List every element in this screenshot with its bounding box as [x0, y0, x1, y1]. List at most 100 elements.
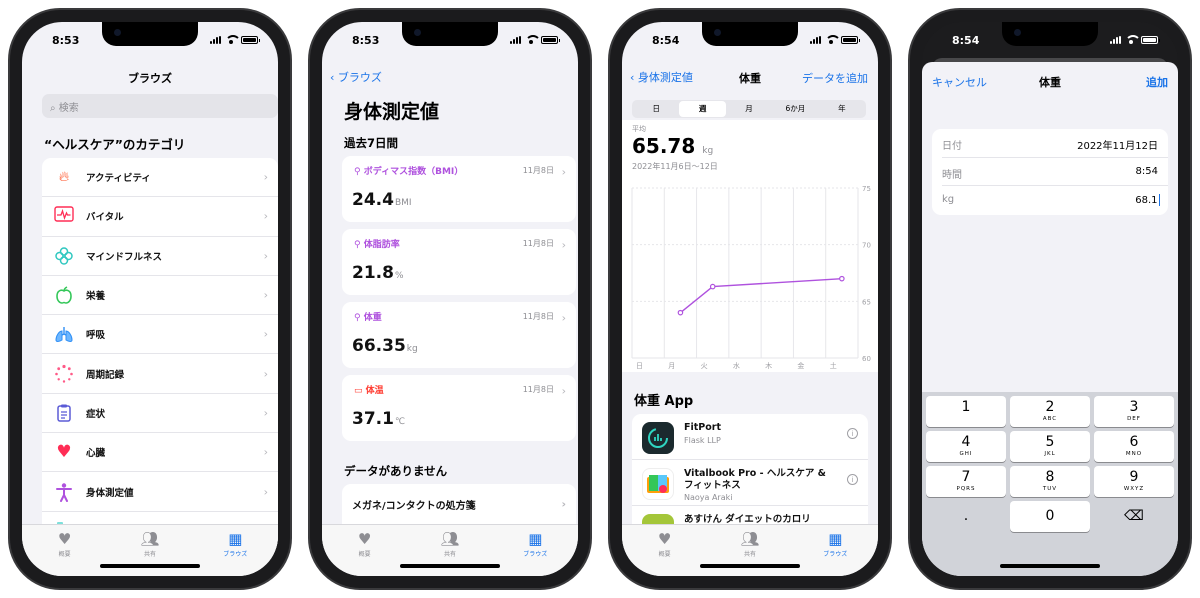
tab-label: 概要	[658, 551, 671, 558]
category-label: 心臓	[86, 448, 106, 460]
info-icon[interactable]: i	[847, 428, 858, 439]
back-button[interactable]: ‹ ブラウズ	[330, 69, 382, 85]
key-2[interactable]: 2 ABC	[1010, 396, 1090, 427]
tab-sharing[interactable]: 👥︎ 共有	[120, 531, 180, 576]
numeric-keypad: 1 2 ABC 3 DEF 4 GHI 5 JKL 6 MNO 7 PQRS 8 TUV 9W…	[922, 392, 1178, 576]
weight-line-chart[interactable]: 75 70 65 60 日 月 火 水 木 金 土	[622, 172, 878, 372]
chevron-right-icon: ›	[561, 497, 566, 511]
measure-card-bmi[interactable]: ⚲ ボディマス指数（BMI） 11月8日 › 24.4BMI	[342, 156, 576, 222]
field-value: 68.1	[1135, 194, 1160, 207]
list-item-prescription[interactable]: メガネ/コンタクトの処方箋 ›	[342, 484, 576, 524]
heart-icon: ♥	[57, 530, 72, 548]
tab-summary[interactable]: ♥ 概要	[35, 531, 95, 576]
segment-year[interactable]: 年	[819, 101, 865, 117]
segment-6-months[interactable]: 6か月	[772, 101, 818, 117]
category-label: 栄養	[86, 291, 106, 303]
x-tick-label: 土	[830, 361, 837, 370]
chevron-right-icon: ›	[263, 445, 268, 459]
backspace-icon: ⌫	[1124, 508, 1144, 524]
segment-month[interactable]: 月	[726, 101, 772, 117]
segmented-control: 日 週 月 6か月 年	[632, 100, 866, 118]
app-developer: Flask LLP	[684, 436, 721, 445]
tab-summary[interactable]: ♥ 概要	[635, 531, 695, 576]
wifi-icon	[525, 35, 541, 44]
info-icon[interactable]: i	[847, 474, 858, 485]
key-1[interactable]: 1	[926, 396, 1006, 427]
app-name: FitPort	[684, 422, 722, 433]
y-tick-label: 60	[862, 355, 871, 363]
measure-card-body-fat[interactable]: ⚲ 体脂肪率 11月8日 › 21.8%	[342, 229, 576, 295]
signal-icon	[810, 35, 821, 44]
signal-icon	[510, 35, 521, 44]
delete-key[interactable]: ⌫	[1094, 501, 1174, 532]
category-item-vitals[interactable]: バイタル ›	[42, 197, 278, 237]
page-title: ブラウズ	[128, 72, 172, 85]
grid-icon: ▦	[828, 530, 843, 548]
notch	[702, 22, 798, 46]
category-item-nutrition[interactable]: 栄養 ›	[42, 276, 278, 316]
weight-input[interactable]: kg 68.1	[942, 186, 1168, 215]
chevron-right-icon: ›	[263, 406, 268, 420]
key-4[interactable]: 4 GHI	[926, 431, 1006, 462]
add-button[interactable]: 追加	[1146, 74, 1168, 90]
y-tick-label: 65	[862, 298, 871, 306]
category-label: 周期記録	[86, 369, 125, 381]
chevron-right-icon: ›	[561, 165, 566, 179]
key-5[interactable]: 5 JKL	[1010, 431, 1090, 462]
key-6[interactable]: 6 MNO	[1094, 431, 1174, 462]
phone-add-weight: 8:54 キャンセル 体重 追加 日付 2022年11月12日 時間 8:54 kg…	[908, 8, 1192, 590]
card-value: 37.1℃	[352, 409, 406, 429]
people-icon: 👥︎	[140, 530, 160, 548]
category-item-activity[interactable]: 🔥︎ アクティビティ ›	[42, 158, 278, 198]
key-3[interactable]: 3 DEF	[1094, 396, 1174, 427]
category-item-heart[interactable]: ♥ 心臓 ›	[42, 433, 278, 473]
tab-summary[interactable]: ♥ 概要	[335, 531, 395, 576]
card-title: ⚲ 体脂肪率	[354, 240, 400, 250]
list-item-label: メガネ/コンタクトの処方箋	[352, 501, 476, 512]
measure-card-weight[interactable]: ⚲ 体重 11月8日 › 66.35kg	[342, 302, 576, 368]
date-field[interactable]: 日付 2022年11月12日	[942, 129, 1168, 158]
add-data-button[interactable]: データを追加	[802, 70, 868, 86]
section-header-no-data: データがありません	[344, 464, 448, 478]
battery-icon	[241, 35, 260, 44]
y-tick-label: 70	[862, 242, 871, 250]
app-item-vitalbook[interactable]: Vitalbook Pro - ヘルスケア & フィットネス Naoya Ara…	[632, 460, 868, 506]
key-8[interactable]: 8 TUV	[1010, 466, 1090, 497]
entry-form: 日付 2022年11月12日 時間 8:54 kg 68.1	[932, 129, 1168, 215]
key-decimal[interactable]: .	[926, 501, 1006, 532]
average-value: 65.78 kg	[632, 134, 714, 158]
search-input[interactable]: ⌕ 検索	[42, 94, 278, 118]
key-9[interactable]: 9 WXYZ	[1094, 466, 1174, 497]
home-indicator	[700, 564, 800, 568]
chevron-right-icon: ›	[561, 384, 566, 398]
tab-browse[interactable]: ▦ ブラウズ	[805, 531, 865, 576]
card-date: 11月8日	[522, 312, 554, 321]
tab-browse[interactable]: ▦ ブラウズ	[205, 531, 265, 576]
category-item-body-measurements[interactable]: 身体測定値 ›	[42, 472, 278, 512]
data-point	[677, 309, 684, 316]
segment-week[interactable]: 週	[679, 101, 726, 117]
measure-card-temperature[interactable]: ▭ 体温 11月8日 › 37.1℃	[342, 375, 576, 441]
wifi-icon	[225, 35, 241, 44]
category-item-mindfulness[interactable]: マインドフルネス ›	[42, 237, 278, 276]
thermometer-icon: ▭	[354, 386, 366, 396]
category-item-cycle[interactable]: 周期記録 ›	[42, 354, 278, 394]
tab-sharing[interactable]: 👥︎ 共有	[720, 531, 780, 576]
category-item-respiratory[interactable]: 呼吸 ›	[42, 315, 278, 355]
time-field[interactable]: 時間 8:54	[942, 158, 1168, 187]
date-range: 2022年11月6日〜12日	[632, 162, 718, 171]
key-7[interactable]: 7 PQRS	[926, 466, 1006, 497]
tab-browse[interactable]: ▦ ブラウズ	[505, 531, 565, 576]
heart-rate-icon	[54, 206, 74, 226]
category-item-symptoms[interactable]: 症状 ›	[42, 394, 278, 434]
card-date: 11月8日	[522, 166, 554, 175]
tab-bar: ♥ 概要 👥︎ 共有 ▦ ブラウズ	[322, 524, 578, 576]
segment-day[interactable]: 日	[633, 101, 679, 117]
tab-sharing[interactable]: 👥︎ 共有	[420, 531, 480, 576]
app-item-fitport[interactable]: FitPort Flask LLP i	[632, 414, 868, 460]
chevron-right-icon: ›	[561, 311, 566, 325]
key-0[interactable]: 0	[1010, 501, 1090, 532]
category-list: 🔥︎ アクティビティ › バイタル › マインドフルネス › 栄養 › 呼吸 › 周期記録 ›…	[42, 158, 278, 551]
status-time: 8:54	[652, 34, 680, 47]
phone-weight-chart: 8:54 ‹ 身体測定値 体重 データを追加 日 週 月 6か月 年 平均 65…	[608, 8, 892, 590]
